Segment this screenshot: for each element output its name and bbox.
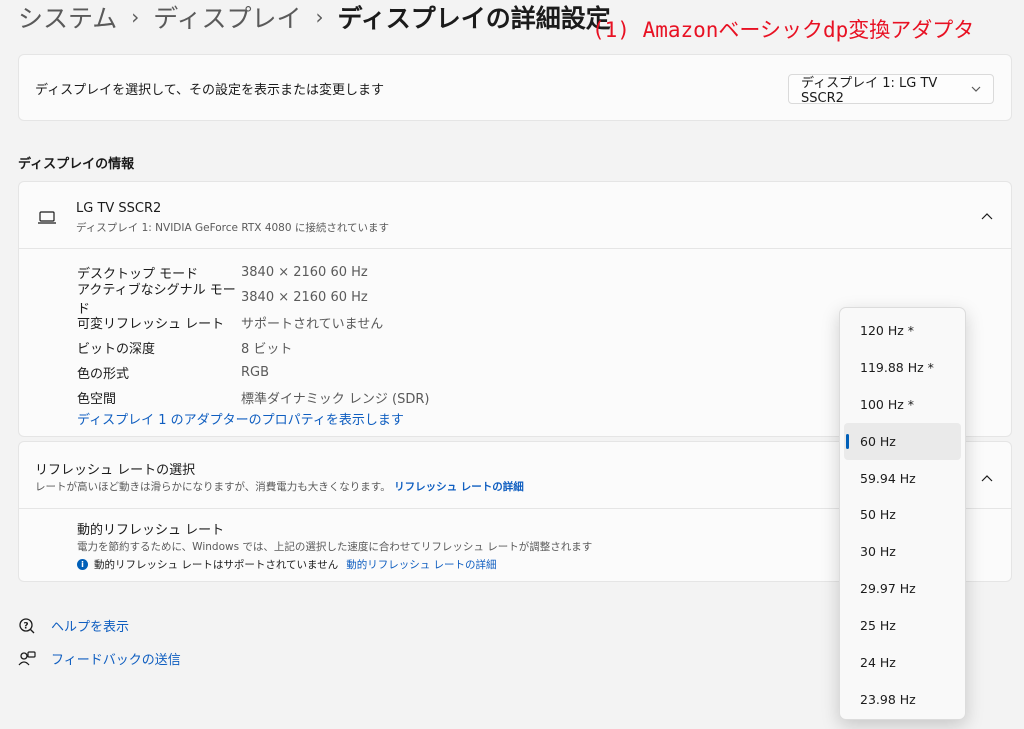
- select-display-card: ディスプレイを選択して、その設定を表示または変更します ディスプレイ 1: LG…: [18, 54, 1012, 121]
- page-title: ディスプレイの詳細設定: [337, 4, 611, 33]
- property-label: 可変リフレッシュ レート: [77, 317, 225, 332]
- dynamic-refresh-details-link[interactable]: 動的リフレッシュ レートの詳細: [346, 557, 496, 572]
- display-select-dropdown[interactable]: ディスプレイ 1: LG TV SSCR2: [788, 74, 994, 106]
- feedback-link[interactable]: フィードバックの送信: [18, 649, 181, 668]
- chevron-down-icon: [971, 84, 981, 95]
- refresh-rate-option[interactable]: 23.98 Hz: [844, 681, 961, 718]
- breadcrumb-system[interactable]: システム: [18, 0, 117, 35]
- property-row: 色空間 標準ダイナミック レンジ (SDR): [77, 385, 429, 410]
- refresh-rate-description: レートが高いほど動きは滑らかになりますが、消費電力も大きくなります。 リフレッシ…: [35, 479, 524, 494]
- section-title-display-info: ディスプレイの情報: [18, 157, 135, 172]
- help-icon: ?: [18, 617, 36, 635]
- property-value: RGB: [241, 365, 270, 380]
- dynamic-refresh-info: i 動的リフレッシュ レートはサポートされていません 動的リフレッシュ レートの…: [77, 557, 497, 572]
- display-connection: ディスプレイ 1: NVIDIA GeForce RTX 4080 に接続されて…: [76, 222, 390, 234]
- chevron-up-icon[interactable]: [981, 470, 993, 482]
- feedback-label: フィードバックの送信: [51, 653, 181, 668]
- property-row: ビットの深度 8 ビット: [77, 335, 429, 360]
- info-icon: i: [77, 559, 88, 570]
- refresh-rate-option[interactable]: 24 Hz: [844, 644, 961, 681]
- display-properties: デスクトップ モード 3840 × 2160 60 Hz アクティブなシグナル …: [77, 260, 429, 410]
- dynamic-refresh-title: 動的リフレッシュ レート: [77, 523, 225, 538]
- breadcrumb-separator: ›: [131, 5, 140, 29]
- refresh-rate-option[interactable]: 29.97 Hz: [844, 570, 961, 607]
- property-value: サポートされていません: [241, 317, 384, 332]
- breadcrumb-display[interactable]: ディスプレイ: [153, 0, 301, 35]
- refresh-rate-option[interactable]: 59.94 Hz: [844, 460, 961, 497]
- refresh-rate-dropdown-list: 120 Hz * 119.88 Hz * 100 Hz * 60 Hz 59.9…: [839, 307, 966, 720]
- property-row: 可変リフレッシュ レート サポートされていません: [77, 310, 429, 335]
- help-link[interactable]: ? ヘルプを表示: [18, 616, 129, 635]
- svg-text:?: ?: [23, 621, 28, 631]
- breadcrumb: システム › ディスプレイ › ディスプレイの詳細設定: [18, 0, 611, 34]
- adapter-properties-link[interactable]: ディスプレイ 1 のアダプターのプロパティを表示します: [77, 409, 404, 428]
- refresh-rate-option[interactable]: 119.88 Hz *: [844, 349, 961, 386]
- property-row: 色の形式 RGB: [77, 360, 429, 385]
- property-row: アクティブなシグナル モード 3840 × 2160 60 Hz: [77, 283, 429, 317]
- property-value: 8 ビット: [241, 342, 293, 357]
- display-name: LG TV SSCR2: [76, 201, 162, 216]
- laptop-icon: [38, 209, 56, 224]
- display-select-value: ディスプレイ 1: LG TV SSCR2: [801, 76, 938, 106]
- refresh-rate-option-selected[interactable]: 60 Hz: [844, 422, 961, 460]
- refresh-rate-option[interactable]: 50 Hz: [844, 496, 961, 533]
- breadcrumb-separator: ›: [315, 5, 324, 29]
- property-label: ビットの深度: [77, 342, 156, 357]
- property-label: 色の形式: [77, 367, 130, 382]
- help-label: ヘルプを表示: [51, 620, 130, 635]
- refresh-rate-subtitle: レートが高いほど動きは滑らかになりますが、消費電力も大きくなります。: [35, 481, 391, 493]
- property-value: 標準ダイナミック レンジ (SDR): [241, 392, 430, 407]
- select-display-description: ディスプレイを選択して、その設定を表示または変更します: [35, 83, 385, 98]
- property-label: アクティブなシグナル モード: [77, 282, 236, 317]
- refresh-rate-option[interactable]: 25 Hz: [844, 607, 961, 644]
- property-label: 色空間: [77, 392, 117, 407]
- annotation-label: (1) Amazonベーシックdp変換アダプタ: [592, 18, 975, 42]
- display-info-header[interactable]: LG TV SSCR2 ディスプレイ 1: NVIDIA GeForce RTX…: [19, 182, 1011, 249]
- refresh-rate-option[interactable]: 100 Hz *: [844, 386, 961, 423]
- property-value: 3840 × 2160 60 Hz: [241, 290, 368, 305]
- refresh-rate-option[interactable]: 120 Hz *: [844, 312, 961, 349]
- chevron-up-icon[interactable]: [981, 208, 993, 220]
- refresh-rate-option[interactable]: 30 Hz: [844, 533, 961, 570]
- property-value: 3840 × 2160 60 Hz: [241, 265, 368, 280]
- dynamic-refresh-description: 電力を節約するために、Windows では、上記の選択した速度に合わせてリフレッ…: [77, 541, 593, 553]
- refresh-rate-details-link[interactable]: リフレッシュ レートの詳細: [394, 481, 524, 493]
- feedback-icon: [18, 650, 36, 668]
- dynamic-refresh-unsupported: 動的リフレッシュ レートはサポートされていません: [94, 559, 339, 571]
- refresh-rate-title: リフレッシュ レートの選択: [35, 463, 196, 478]
